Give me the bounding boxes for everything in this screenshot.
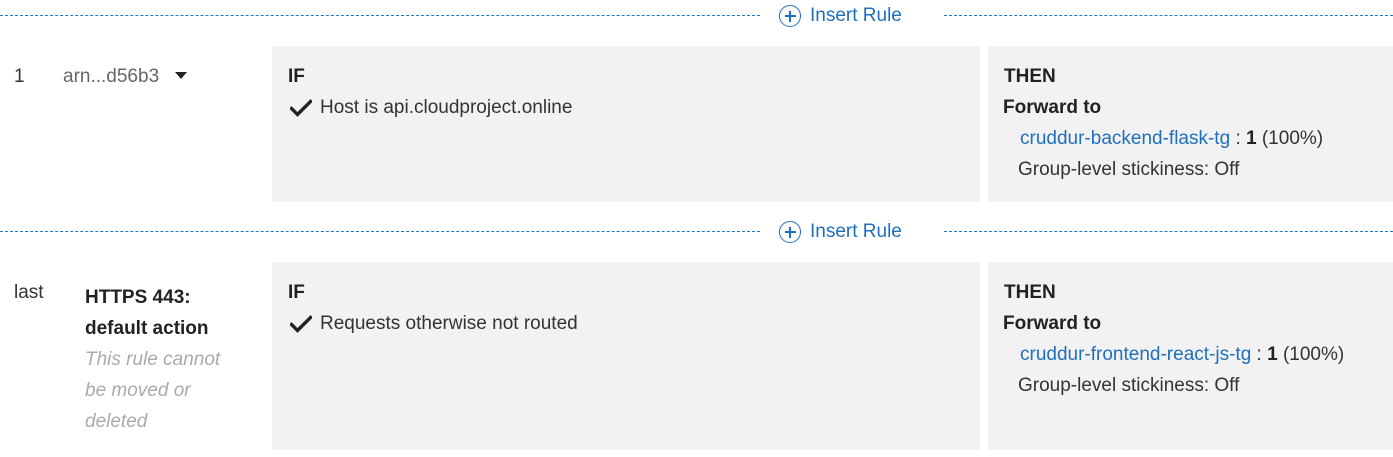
insert-rule-separator: Insert Rule bbox=[0, 216, 1393, 248]
rule-name-dropdown[interactable]: arn...d56b3 bbox=[63, 66, 188, 88]
target-group-link[interactable]: cruddur-frontend-react-js-tg bbox=[1020, 344, 1251, 365]
target-group-link[interactable]: cruddur-backend-flask-tg bbox=[1020, 128, 1230, 149]
action-label: Forward to bbox=[1003, 97, 1102, 118]
insert-rule-separator: Insert Rule bbox=[0, 0, 1393, 32]
rule-number: last bbox=[14, 282, 44, 303]
dashed-divider bbox=[944, 15, 1393, 16]
listener-rules-page: Insert Rule 1 arn...d56b3 IF Host is api… bbox=[0, 0, 1393, 457]
plus-circle-icon bbox=[779, 5, 801, 27]
dashed-divider bbox=[944, 231, 1393, 232]
dashed-divider bbox=[0, 15, 760, 16]
dashed-divider bbox=[0, 231, 760, 232]
condition-text: Requests otherwise not routed bbox=[320, 313, 578, 334]
plus-circle-icon bbox=[779, 221, 801, 243]
checkmark-icon bbox=[290, 315, 312, 333]
then-heading: THEN bbox=[1004, 282, 1056, 303]
default-note-line: deleted bbox=[85, 411, 148, 432]
rule-row: 1 arn...d56b3 IF Host is api.cloudprojec… bbox=[0, 46, 1393, 202]
caret-down-icon bbox=[175, 71, 188, 79]
default-note-line: be moved or bbox=[85, 380, 191, 401]
if-heading: IF bbox=[288, 66, 305, 87]
rule-actions-panel: THEN Forward to cruddur-backend-flask-tg… bbox=[988, 46, 1393, 202]
target-group-weight: 1 bbox=[1267, 344, 1278, 365]
action-label: Forward to bbox=[1003, 313, 1102, 334]
weight-separator: : bbox=[1256, 344, 1262, 365]
stickiness-status: Group-level stickiness: Off bbox=[1018, 159, 1240, 180]
then-heading: THEN bbox=[1004, 66, 1056, 87]
target-group-weight: 1 bbox=[1246, 128, 1257, 149]
condition-text: Host is api.cloudproject.online bbox=[320, 97, 573, 118]
insert-rule-button[interactable]: Insert Rule bbox=[779, 2, 902, 30]
target-group-percent: (100%) bbox=[1282, 344, 1345, 365]
insert-rule-label: Insert Rule bbox=[810, 5, 902, 26]
stickiness-status: Group-level stickiness: Off bbox=[1018, 375, 1240, 396]
insert-rule-button[interactable]: Insert Rule bbox=[779, 218, 902, 246]
default-rule-row: last HTTPS 443: default action This rule… bbox=[0, 262, 1393, 450]
target-group-line: cruddur-backend-flask-tg : 1 (100%) bbox=[1020, 128, 1323, 150]
if-heading: IF bbox=[288, 282, 305, 303]
default-title-line: HTTPS 443: bbox=[85, 287, 191, 308]
weight-separator: : bbox=[1235, 128, 1241, 149]
condition-item: Requests otherwise not routed bbox=[290, 313, 578, 335]
condition-item: Host is api.cloudproject.online bbox=[290, 97, 572, 119]
rule-actions-panel: THEN Forward to cruddur-frontend-react-j… bbox=[988, 262, 1393, 450]
target-group-line: cruddur-frontend-react-js-tg : 1 (100%) bbox=[1020, 344, 1344, 366]
target-group-percent: (100%) bbox=[1261, 128, 1324, 149]
default-action-info: HTTPS 443: default action This rule cann… bbox=[85, 282, 255, 437]
default-note-line: This rule cannot bbox=[85, 349, 221, 370]
checkmark-icon bbox=[290, 99, 312, 117]
rule-conditions-panel: IF Requests otherwise not routed bbox=[272, 262, 980, 450]
rule-name: arn...d56b3 bbox=[63, 66, 160, 87]
insert-rule-label: Insert Rule bbox=[810, 221, 902, 242]
rule-conditions-panel: IF Host is api.cloudproject.online bbox=[272, 46, 980, 202]
rule-number: 1 bbox=[14, 66, 25, 87]
default-title-line: default action bbox=[85, 318, 209, 339]
